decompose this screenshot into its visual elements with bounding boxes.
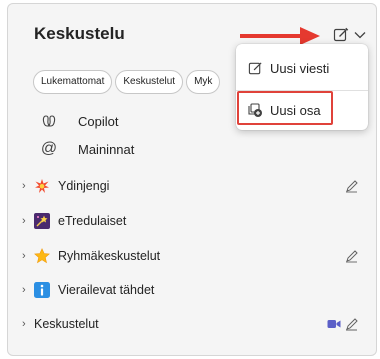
new-menu-popup: Uusi viesti Uusi osa (236, 44, 368, 130)
new-section-icon (247, 102, 263, 118)
video-icon[interactable] (327, 317, 341, 331)
copilot-icon (40, 112, 58, 130)
explosion-emoji-icon (34, 178, 50, 194)
panel-title: Keskustelu (34, 24, 125, 43)
group-label: eTredulaiset (58, 214, 127, 228)
group-vierailevat-tahdet[interactable]: › Vierailevat tähdet (8, 277, 358, 303)
group-label: Ryhmäkeskustelut (58, 249, 161, 263)
info-emoji-icon (34, 282, 50, 298)
menu-divider (236, 90, 368, 91)
menu-item-new-section[interactable]: Uusi osa (236, 93, 368, 127)
chevron-right-icon[interactable]: › (22, 215, 26, 227)
compose-icon[interactable] (344, 179, 358, 193)
group-etredulaiset[interactable]: › eTredulaiset (8, 208, 358, 234)
group-keskustelut[interactable]: › Keskustelut (8, 311, 358, 337)
new-message-button[interactable] (330, 24, 352, 46)
compose-icon[interactable] (344, 317, 358, 331)
stars-emoji-icon (34, 213, 50, 229)
filter-chip-unread[interactable]: Lukemattomat (33, 70, 113, 94)
chevron-down-icon (354, 32, 366, 39)
star-emoji-icon (34, 248, 50, 264)
compose-icon (333, 27, 349, 42)
nav-item-label: Maininnat (78, 141, 135, 157)
chevron-right-icon[interactable]: › (22, 318, 26, 330)
group-label: Keskustelut (34, 317, 99, 331)
compose-icon[interactable] (344, 249, 358, 263)
nav-item-label: Copilot (78, 113, 119, 129)
filter-chip-meetings[interactable]: Myk (186, 70, 221, 94)
menu-item-new-message[interactable]: Uusi viesti (236, 51, 368, 85)
chevron-right-icon[interactable]: › (22, 284, 26, 296)
group-label: Vierailevat tähdet (58, 283, 155, 297)
new-menu-dropdown-button[interactable] (353, 26, 367, 44)
chevron-right-icon[interactable]: › (22, 250, 26, 262)
menu-item-label: Uusi osa (270, 102, 321, 118)
chevron-right-icon[interactable]: › (22, 180, 26, 192)
compose-icon (247, 60, 263, 76)
filter-chip-chats[interactable]: Keskustelut (115, 70, 184, 94)
group-ydinjengi[interactable]: › Ydinjengi (8, 173, 358, 199)
filter-chips: Lukemattomat Keskustelut Myk (33, 70, 243, 94)
nav-item-mentions[interactable]: @ Maininnat (8, 135, 348, 163)
group-ryhmakeskustelut[interactable]: › Ryhmäkeskustelut (8, 243, 358, 269)
group-label: Ydinjengi (58, 179, 110, 193)
at-icon: @ (40, 140, 58, 157)
menu-item-label: Uusi viesti (270, 60, 330, 76)
